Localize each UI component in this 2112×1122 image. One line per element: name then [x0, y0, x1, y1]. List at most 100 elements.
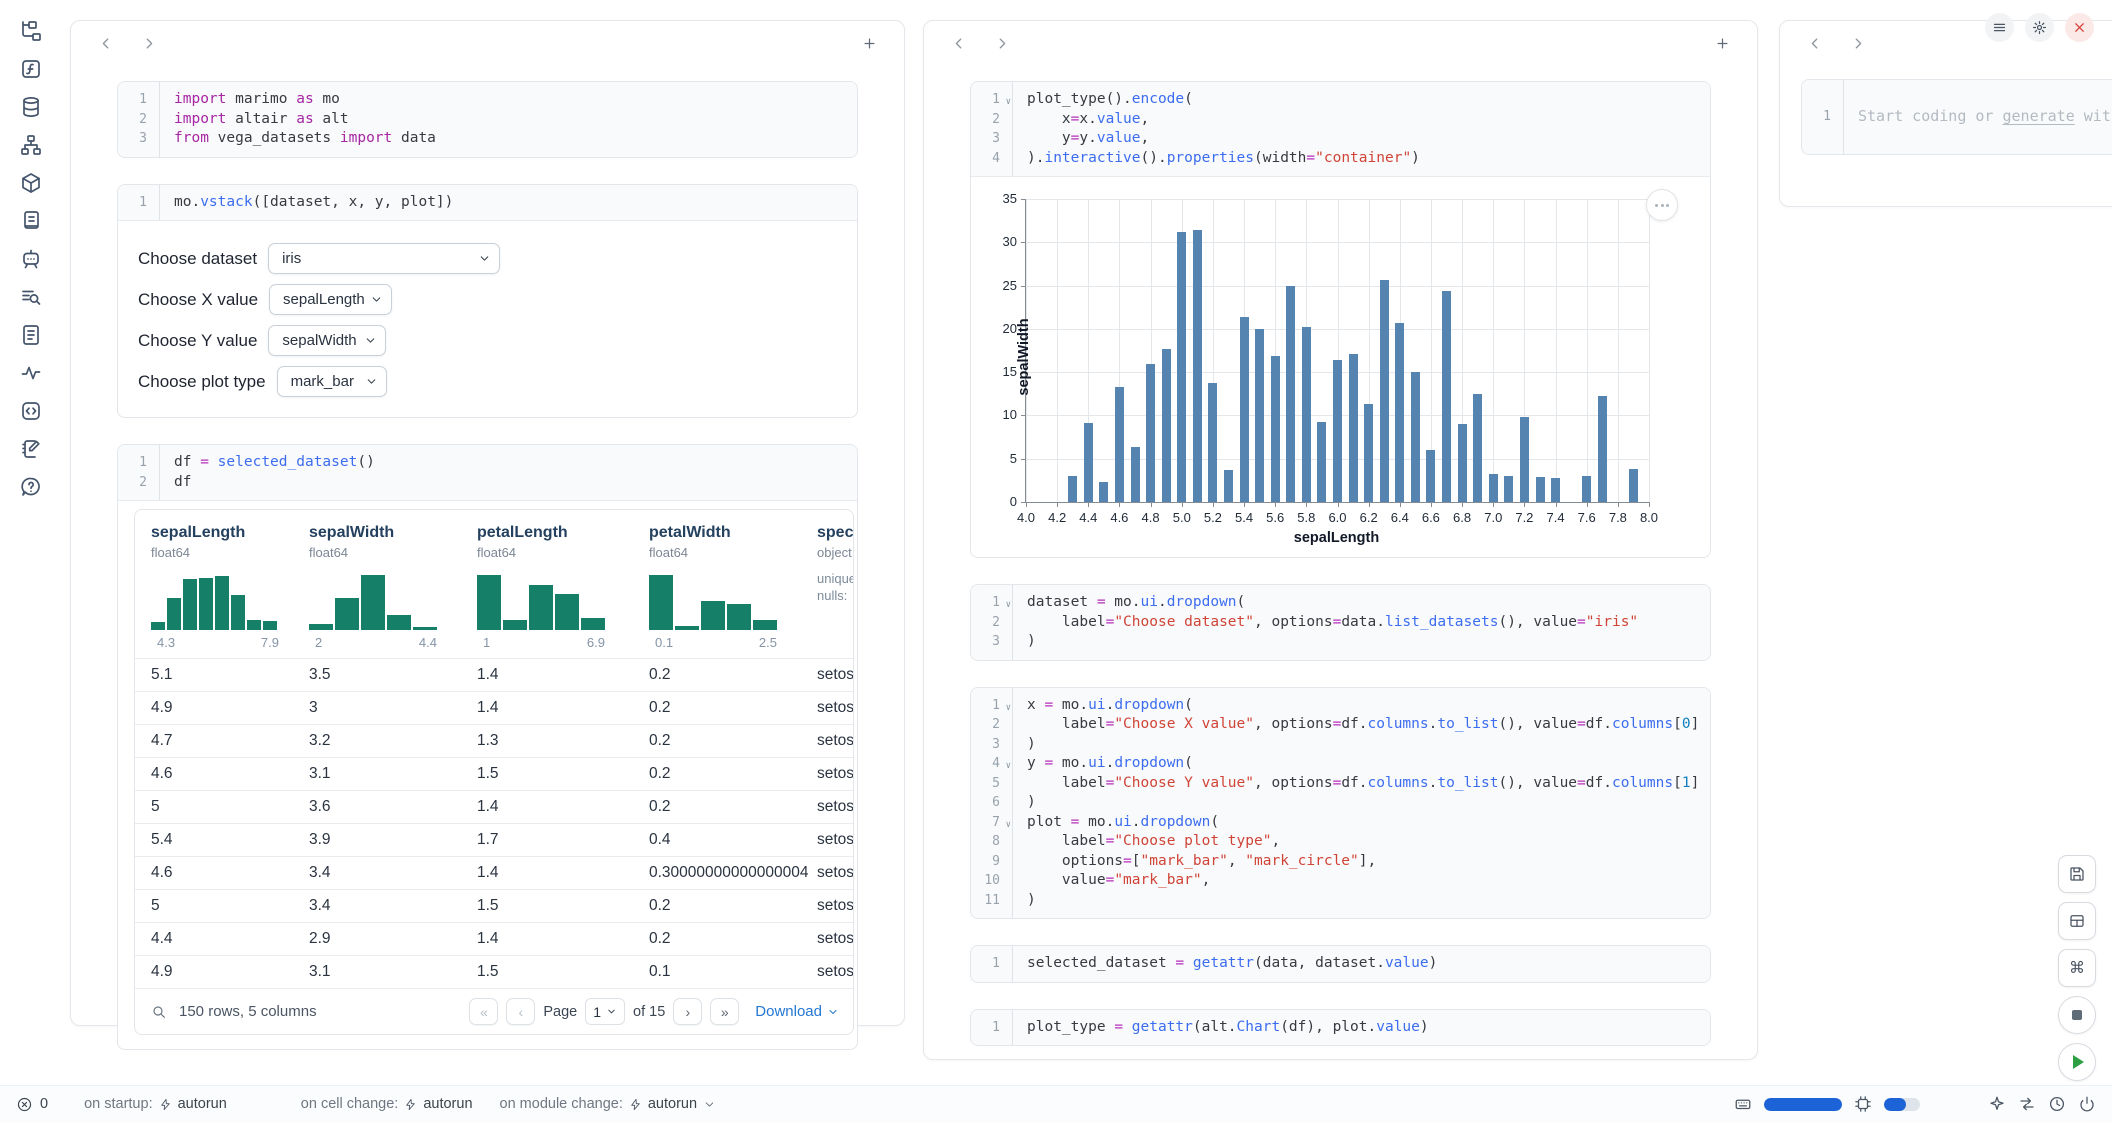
cell-editor[interactable]: 1∨plot_type().encode(2 x=x.value,3 y=y.v…	[971, 82, 1710, 177]
ai-chat-icon[interactable]	[18, 246, 44, 272]
keyboard-icon[interactable]	[1734, 1095, 1752, 1113]
table-cell: setosa	[817, 732, 854, 750]
function-icon[interactable]	[18, 56, 44, 82]
add-cell-icon[interactable]	[856, 30, 882, 56]
snippets-icon[interactable]	[18, 398, 44, 424]
column-histogram[interactable]	[477, 572, 605, 630]
last-page-button[interactable]: »	[710, 998, 739, 1025]
runtime-config-item[interactable]: on cell change:autorun	[301, 1096, 473, 1112]
cell-editor[interactable]: 1∨x = mo.ui.dropdown(2 label="Choose X v…	[971, 688, 1710, 919]
line-number: 8	[971, 832, 1012, 852]
cell-editor[interactable]: 1 Start coding or generate with AI.	[1802, 80, 2112, 154]
column-range: 4.37.9	[151, 635, 279, 650]
table-column-header[interactable]: speciesobjectunique:nulls:	[817, 524, 854, 658]
shuffle-icon[interactable]	[2018, 1095, 2036, 1113]
table-cell: 1.4	[477, 699, 649, 717]
column-histogram[interactable]	[309, 572, 437, 630]
command-shortcuts-icon[interactable]: ⌘	[2058, 949, 2096, 987]
cpu-gauge[interactable]	[1884, 1098, 1920, 1111]
table-column-header[interactable]: sepalWidthfloat6424.4	[309, 524, 477, 658]
column-histogram[interactable]	[151, 572, 279, 630]
table-column-header[interactable]: petalWidthfloat640.12.5	[649, 524, 817, 658]
package-icon[interactable]	[18, 170, 44, 196]
help-icon[interactable]	[18, 474, 44, 500]
table-cell: 5.1	[151, 666, 309, 684]
page-select[interactable]: 1	[585, 998, 625, 1025]
chart-bar	[1240, 317, 1249, 502]
line-number: 1	[118, 90, 159, 110]
column-prev-icon[interactable]	[946, 30, 972, 56]
file-tree-icon[interactable]	[18, 18, 44, 44]
cell-editor[interactable]: 1import marimo as mo2import altair as al…	[118, 82, 857, 157]
line-number: 2	[971, 110, 1012, 130]
errors-indicator[interactable]: 0	[16, 1096, 48, 1113]
cell-editor[interactable]: 1plot_type = getattr(alt.Chart(df), plot…	[971, 1010, 1710, 1046]
settings-gear-icon[interactable]	[2025, 13, 2054, 42]
dropdown-select[interactable]: mark_bar	[277, 366, 387, 397]
table-cell: 0.4	[649, 831, 817, 849]
cell-editor[interactable]: 1df = selected_dataset()2df	[118, 445, 857, 501]
config-label: on module change:	[500, 1096, 623, 1112]
run-play-icon[interactable]	[2058, 1043, 2096, 1081]
search-icon[interactable]	[151, 1004, 167, 1020]
documentation-icon[interactable]	[18, 322, 44, 348]
first-page-button[interactable]: «	[469, 998, 498, 1025]
runtime-config-item[interactable]: on module change:autorun	[500, 1096, 717, 1112]
table-column-header[interactable]: sepalLengthfloat644.37.9	[151, 524, 309, 658]
save-icon[interactable]	[2058, 855, 2096, 893]
logs-icon[interactable]	[18, 208, 44, 234]
column-name: petalLength	[477, 524, 649, 542]
table-cell: 4.6	[151, 864, 309, 882]
column-histogram[interactable]	[649, 572, 777, 630]
dropdown-select[interactable]: sepalLength	[269, 284, 392, 315]
memory-gauge[interactable]	[1764, 1098, 1842, 1111]
chart-menu-icon[interactable]	[1646, 189, 1678, 221]
column-prev-icon[interactable]	[93, 30, 119, 56]
table-cell: 0.2	[649, 930, 817, 948]
next-page-button[interactable]: ›	[673, 998, 702, 1025]
table-row: 4.73.21.30.2setosa	[135, 724, 853, 757]
tracing-icon[interactable]	[18, 360, 44, 386]
code-line: 4∨y = mo.ui.dropdown(	[971, 754, 1710, 774]
x-tick-label: 7.2	[1507, 510, 1541, 525]
line-number: 3	[118, 129, 159, 149]
chart-plot-area[interactable]: 4.04.24.44.64.85.05.25.45.65.86.06.26.46…	[1025, 199, 1649, 503]
download-button[interactable]: Download	[755, 1003, 839, 1020]
column-next-icon[interactable]	[988, 30, 1014, 56]
code-line: 5 label="Choose Y value", options=df.col…	[971, 774, 1710, 794]
cell-editor[interactable]: 1selected_dataset = getattr(data, datase…	[971, 946, 1710, 982]
dependency-graph-icon[interactable]	[18, 132, 44, 158]
table-column-header[interactable]: petalLengthfloat6416.9	[477, 524, 649, 658]
history-clock-icon[interactable]	[2048, 1095, 2066, 1113]
notebook-edit-icon[interactable]	[18, 436, 44, 462]
chart-bar	[1473, 394, 1482, 502]
column-prev-icon[interactable]	[1802, 30, 1828, 56]
column-next-icon[interactable]	[1844, 30, 1870, 56]
dropdown-select[interactable]: iris	[268, 243, 500, 274]
cell-editor[interactable]: 1∨dataset = mo.ui.dropdown(2 label="Choo…	[971, 585, 1710, 660]
dropdown-select[interactable]: sepalWidth	[268, 325, 386, 356]
column-next-icon[interactable]	[135, 30, 161, 56]
x-tick-label: 4.8	[1134, 510, 1168, 525]
close-icon[interactable]	[2065, 13, 2094, 42]
chart-bar	[1131, 447, 1140, 502]
database-icon[interactable]	[18, 94, 44, 120]
y-tick-label: 15	[983, 364, 1017, 379]
table-cell: 0.1	[649, 963, 817, 981]
scratchpad-search-icon[interactable]	[18, 284, 44, 310]
generate-link[interactable]: generate	[2003, 107, 2075, 125]
prev-page-button[interactable]: ‹	[506, 998, 535, 1025]
sparkle-ai-icon[interactable]	[1988, 1095, 2006, 1113]
menu-icon[interactable]	[1985, 13, 2014, 42]
table-cell: 3.2	[309, 732, 477, 750]
dropdown-value: mark_bar	[291, 373, 354, 390]
table-cell: 5	[151, 897, 309, 915]
add-cell-icon[interactable]	[1709, 30, 1735, 56]
line-number: 1∨	[971, 696, 1012, 716]
layout-panels-icon[interactable]	[2058, 902, 2096, 940]
power-icon[interactable]	[2078, 1095, 2096, 1113]
runtime-config-item[interactable]: on startup:autorun	[84, 1096, 227, 1112]
column-range: 24.4	[309, 635, 437, 650]
cell-editor[interactable]: 1mo.vstack([dataset, x, y, plot])	[118, 185, 857, 222]
stop-icon[interactable]	[2058, 996, 2096, 1034]
